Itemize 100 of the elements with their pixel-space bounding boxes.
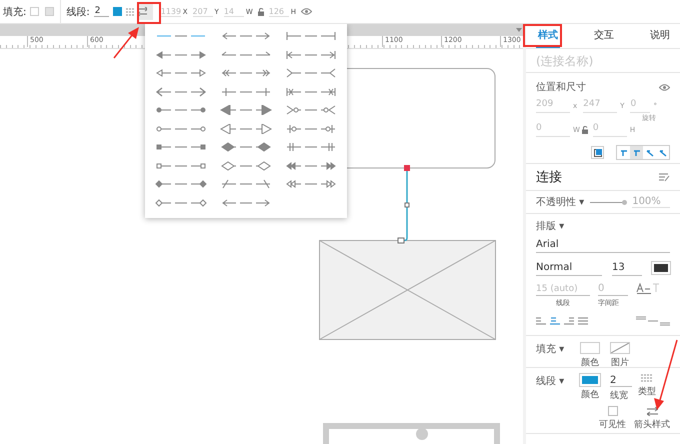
selection-handle[interactable] <box>404 165 410 171</box>
line-ends-icon <box>155 179 208 190</box>
arrow-style-icon[interactable] <box>646 406 658 416</box>
field-caption: 颜色 <box>581 356 599 369</box>
field-caption: 图片 <box>611 356 629 369</box>
panel-tab[interactable]: 说明 <box>648 24 672 48</box>
position-field[interactable]: 0 <box>592 123 627 137</box>
text-align-icon[interactable] <box>536 317 546 325</box>
field-caption: 颜色 <box>581 388 599 401</box>
field-caption: 线宽 <box>610 390 629 402</box>
fill-label: 填充: <box>3 6 26 18</box>
coordinate-field[interactable]: 1139 <box>160 6 181 16</box>
field-caption: 类型 <box>638 386 656 398</box>
vertical-align-icon[interactable] <box>636 316 670 326</box>
spacing-field[interactable]: 0 <box>598 282 628 296</box>
line-ends-icon <box>220 179 272 190</box>
line-label: 线段: <box>66 6 90 18</box>
connector-icon <box>632 148 640 156</box>
bring-front-button[interactable] <box>591 146 604 159</box>
coordinate-field[interactable]: 207 <box>192 6 213 16</box>
lock-icon[interactable] <box>258 8 265 16</box>
visibility-checkbox[interactable] <box>608 406 618 416</box>
opacity-label: 不透明性 ▾ <box>536 196 584 209</box>
line-ends-icon <box>155 124 208 134</box>
text-align-icon[interactable] <box>564 317 574 325</box>
position-field[interactable]: 209 <box>536 99 570 113</box>
line-ends-icon <box>155 68 208 78</box>
text-align-icon[interactable] <box>578 317 588 325</box>
connector-mode-button[interactable] <box>630 146 643 159</box>
section-title: 位置和尺寸 <box>536 80 586 94</box>
text-style-icon[interactable] <box>636 282 660 294</box>
image-fill-button[interactable] <box>610 342 630 354</box>
line-ends-icon <box>284 124 337 134</box>
position-field[interactable]: 0 <box>630 99 650 113</box>
position-field[interactable]: 0 <box>536 123 570 137</box>
slider-thumb[interactable] <box>622 200 628 204</box>
line-ends-icon <box>220 160 272 171</box>
line-ends-icon <box>220 198 272 208</box>
panel-tab[interactable]: 样式 <box>536 24 560 48</box>
dash-icon[interactable] <box>126 8 134 16</box>
fill-swatch[interactable] <box>30 7 40 16</box>
line-ends-icon <box>284 142 337 152</box>
line-ends-icon <box>220 105 272 116</box>
line-ends-icon <box>284 68 337 78</box>
fill-color-button[interactable] <box>580 342 600 354</box>
line-ends-icon <box>284 50 337 60</box>
fill-swatch[interactable] <box>45 7 54 16</box>
position-field[interactable]: 247 <box>583 99 618 113</box>
size-field[interactable]: 13 <box>612 259 642 276</box>
line-ends-icon <box>220 31 272 42</box>
line-ends-icon <box>155 86 208 97</box>
line-ends-icon <box>284 105 337 116</box>
weight-dropdown[interactable]: Normal <box>536 259 602 276</box>
line-ends-icon <box>155 198 208 208</box>
line-ends-icon <box>284 160 337 171</box>
highlight-box <box>523 24 562 47</box>
text-color-swatch[interactable] <box>652 262 670 274</box>
line-width-field[interactable]: 2 <box>610 374 632 387</box>
line-ends-icon <box>155 105 208 116</box>
text-align-icon[interactable] <box>550 317 560 325</box>
line-ends-icon <box>284 179 337 190</box>
line-ends-icon <box>155 50 208 60</box>
selection-handle[interactable] <box>398 238 404 244</box>
field-caption: 箭头样式 <box>634 418 670 430</box>
eye-icon[interactable] <box>659 84 670 90</box>
connector-icon <box>620 148 628 156</box>
selection-handle[interactable] <box>404 202 410 208</box>
lock-icon[interactable] <box>582 126 589 134</box>
line-ends-icon <box>155 142 208 152</box>
section-label: 排版 ▾ <box>536 220 566 233</box>
coordinate-field[interactable]: 126 <box>268 6 289 16</box>
line-color-swatch[interactable] <box>112 7 122 16</box>
line-ends-icon <box>155 160 208 171</box>
section-label: 填充 ▾ <box>536 342 566 356</box>
pointer-arrow <box>654 340 678 410</box>
line-color-button[interactable] <box>580 374 600 386</box>
line-ends-icon <box>220 142 272 152</box>
line-width-field[interactable]: 2 <box>94 6 109 17</box>
line-ends-icon <box>220 68 272 78</box>
connector-icon <box>658 148 666 156</box>
connector-icon <box>646 148 654 156</box>
arrow-style-icon <box>136 7 147 16</box>
line-ends-icon <box>220 86 272 97</box>
section-label: 线段 ▾ <box>536 374 566 388</box>
layer-icon <box>594 148 602 156</box>
line-ends-icon <box>284 31 337 42</box>
eye-icon[interactable] <box>301 8 312 15</box>
line-ends-icon <box>220 124 272 134</box>
opacity-value[interactable]: 100% <box>632 196 670 208</box>
highlight-box <box>137 2 161 24</box>
line-type-icon[interactable] <box>641 374 653 383</box>
edit-icon[interactable] <box>659 172 670 182</box>
font-dropdown[interactable]: Arial <box>536 236 670 253</box>
coordinate-field[interactable]: 14 <box>224 6 244 16</box>
caret-icon[interactable] <box>516 28 522 32</box>
pointer-arrow <box>113 27 139 58</box>
line-ends-icon <box>284 86 337 97</box>
panel-tab[interactable]: 交互 <box>592 24 616 48</box>
section-title: 连接 <box>536 169 562 186</box>
line-height-field[interactable]: 15 (auto) <box>536 282 590 296</box>
